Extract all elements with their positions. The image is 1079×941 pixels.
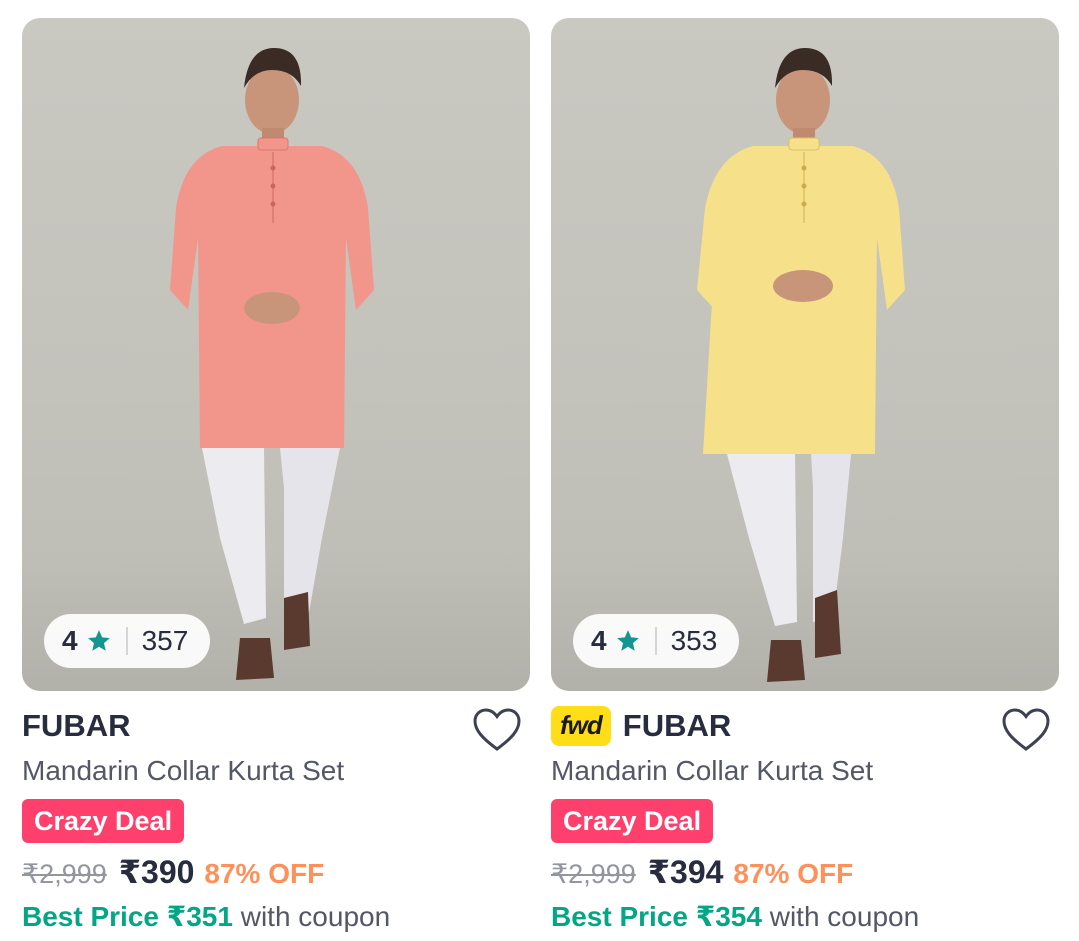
- rating-badge: 4 353: [573, 614, 740, 668]
- rating-divider: [125, 627, 128, 655]
- product-info: FUBAR Mandarin Collar Kurta Set Crazy De…: [22, 691, 530, 935]
- product-card[interactable]: 4 357 FUBAR Mandarin Collar Kurta Set Cr…: [22, 18, 530, 935]
- product-image[interactable]: 4 357: [22, 18, 530, 691]
- deal-badge: Crazy Deal: [551, 799, 714, 843]
- product-title: Mandarin Collar Kurta Set: [551, 755, 874, 786]
- rating-count: 353: [670, 625, 718, 656]
- heart-outline-icon[interactable]: [472, 707, 522, 753]
- rating-value: 4: [591, 625, 607, 656]
- mrp-price: ₹2,999: [22, 859, 107, 889]
- best-price-suffix: with coupon: [769, 901, 920, 932]
- product-info: fwd FUBAR Mandarin Collar Kurta Set Craz…: [551, 691, 1059, 935]
- best-price-row: Best Price ₹354 with coupon: [551, 899, 1059, 935]
- product-image[interactable]: 4 353: [551, 18, 1059, 691]
- price-row: ₹2,999 ₹394 87% OFF: [551, 853, 1059, 893]
- star-icon: [616, 630, 639, 651]
- product-brand: FUBAR: [22, 708, 131, 743]
- model-illustration: [170, 48, 374, 680]
- rating-value: 4: [62, 625, 78, 656]
- star-icon: [87, 630, 110, 651]
- price-row: ₹2,999 ₹390 87% OFF: [22, 853, 530, 893]
- brand-row: fwd FUBAR: [551, 705, 1059, 747]
- rating-count: 357: [141, 625, 189, 656]
- product-brand: FUBAR: [622, 708, 732, 743]
- best-price-suffix: with coupon: [240, 901, 391, 932]
- best-price-label: Best Price ₹354: [551, 901, 762, 932]
- selling-price: ₹390: [118, 854, 195, 890]
- deal-badge: Crazy Deal: [22, 799, 185, 843]
- selling-price: ₹394: [647, 854, 724, 890]
- heart-outline-icon[interactable]: [1001, 707, 1051, 753]
- rating-divider: [654, 627, 657, 655]
- product-card[interactable]: 4 353 fwd FUBAR Mandarin Collar Kurta Se…: [551, 18, 1059, 935]
- model-illustration: [697, 48, 905, 682]
- rating-badge: 4 357: [44, 614, 211, 668]
- mrp-price: ₹2,999: [551, 859, 636, 889]
- product-title: Mandarin Collar Kurta Set: [22, 755, 345, 786]
- brand-row: FUBAR: [22, 705, 530, 747]
- product-grid: 4 357 FUBAR Mandarin Collar Kurta Set Cr…: [0, 0, 1079, 941]
- best-price-label: Best Price ₹351: [22, 901, 233, 932]
- discount-label: 87% OFF: [733, 858, 854, 889]
- fwd-badge: fwd: [551, 706, 611, 746]
- discount-label: 87% OFF: [204, 858, 325, 889]
- best-price-row: Best Price ₹351 with coupon: [22, 899, 530, 935]
